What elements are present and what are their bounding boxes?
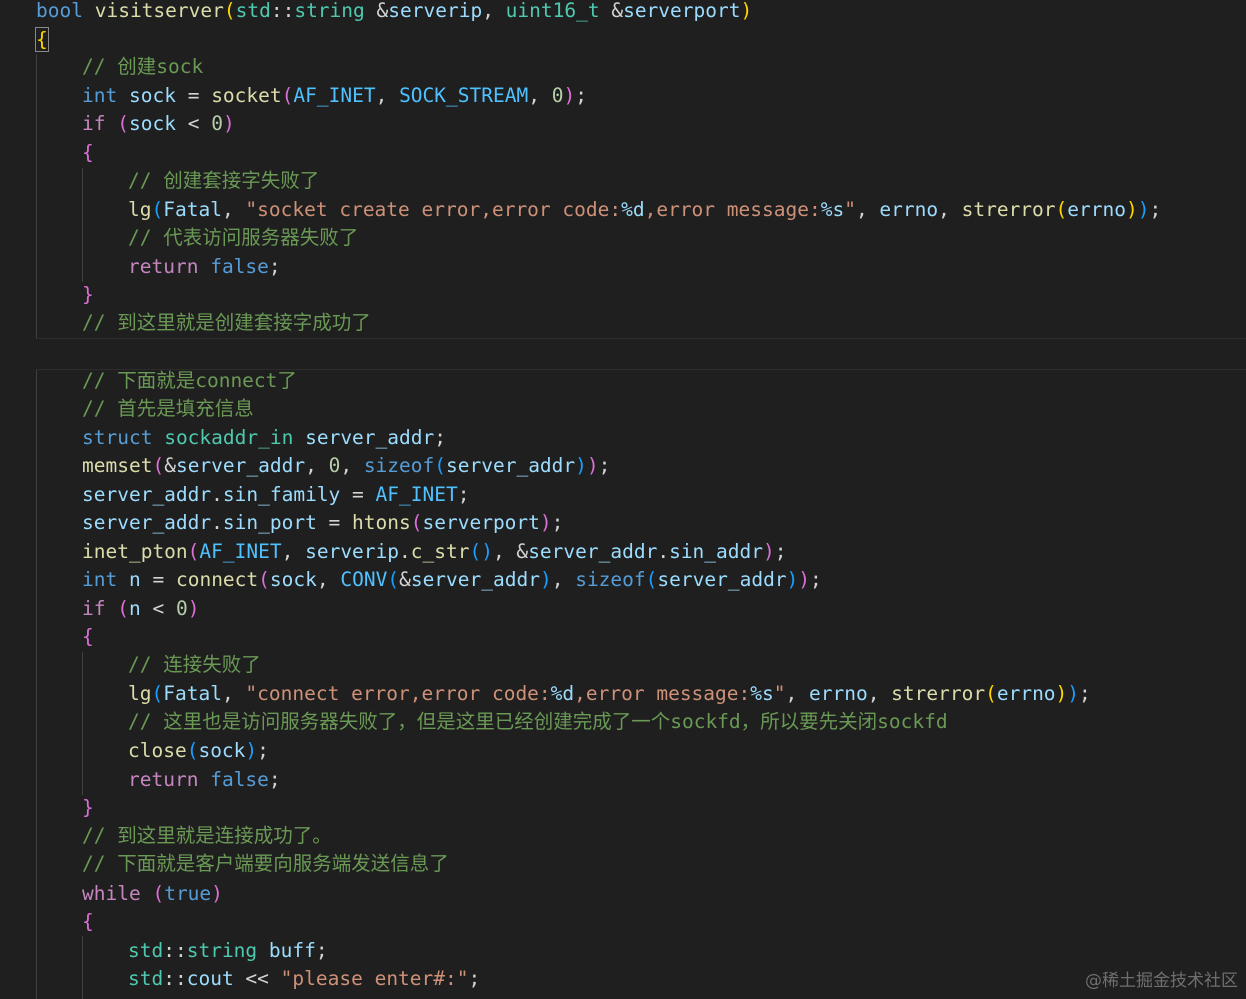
code-line-text: } [82,283,94,306]
code-line-text: int sock = socket(AF_INET, SOCK_STREAM, … [82,84,587,107]
code-line-text: return false; [128,255,281,278]
code-line-text: bool visitserver(std::string &serverip, … [36,0,753,22]
code-line-text: { [82,141,94,164]
code-line-text: { [35,27,49,52]
indent-guide [82,168,83,282]
comment-text: // 代表访问服务器失败了 [128,226,359,249]
comment-text: // 下面就是connect了 [82,369,297,392]
code-line-text: struct sockaddr_in server_addr; [82,426,446,449]
comment-text: // 到这里就是连接成功了。 [82,824,332,847]
code-line-text: if (sock < 0) [82,112,235,135]
comment-text: // 首先是填充信息 [82,397,254,420]
comment-text: // 到这里就是创建套接字成功了 [82,311,371,334]
watermark: @稀土掘金技术社区 [1085,971,1238,991]
code-line-text: int n = connect(sock, CONV(&server_addr)… [82,568,822,591]
code-line-text: } [82,796,94,819]
indent-guide [82,652,83,795]
code-line-text: std::cout << "please enter#:"; [128,967,481,990]
indent-guide [82,936,83,999]
comment-text: // 下面就是客户端要向服务端发送信息了 [82,852,449,875]
comment-text: // 创建套接字失败了 [128,169,320,192]
code-line-text: lg(Fatal, "connect error,error code:%d,e… [128,682,1091,705]
blank-line [36,338,1246,370]
comment-text: // 连接失败了 [128,653,261,676]
code-line-text: if (n < 0) [82,597,200,620]
code-line-text: std::string buff; [128,939,328,962]
indent-guide [36,54,37,999]
code-line-text: server_addr.sin_family = AF_INET; [82,483,470,506]
code-line-text: lg(Fatal, "socket create error,error cod… [128,198,1162,221]
code-line-text: { [82,910,94,933]
comment-text: // 创建sock [82,55,204,78]
comment-text: // 这里也是访问服务器失败了，但是这里已经创建完成了一个sockfd，所以要先… [128,710,948,733]
code-line-text: server_addr.sin_port = htons(serverport)… [82,511,564,534]
code-line-text: inet_pton(AF_INET, serverip.c_str(), &se… [82,540,787,563]
code-line-text: { [82,625,94,648]
code-editor[interactable]: bool visitserver(std::string &serverip, … [0,0,1246,999]
code-line-text: while (true) [82,882,223,905]
code-line-text: memset(&server_addr, 0, sizeof(server_ad… [82,454,611,477]
code-line-text: return false; [128,768,281,791]
code-line-text: close(sock); [128,739,269,762]
